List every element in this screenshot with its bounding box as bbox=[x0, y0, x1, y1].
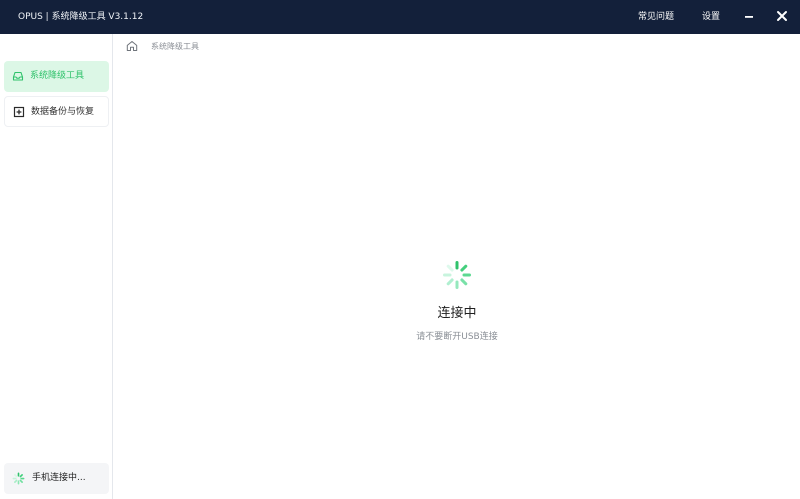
plus-square-icon bbox=[13, 106, 25, 118]
settings-link[interactable]: 设置 bbox=[702, 10, 720, 24]
app-window: OPUS | 系统降级工具 V3.1.12 常见问题 设置 系统降级工具 数据备… bbox=[0, 0, 800, 499]
sidebar-item-system-downgrade-tool[interactable]: 系统降级工具 bbox=[4, 61, 109, 92]
faq-link[interactable]: 常见问题 bbox=[638, 10, 674, 24]
home-icon[interactable] bbox=[126, 40, 138, 52]
loading-title: 连接中 bbox=[437, 306, 477, 321]
minimize-icon bbox=[745, 16, 753, 18]
loading-spinner-icon bbox=[443, 261, 471, 289]
main-content: 系统降级工具 连接中 请不要断开USB连接 bbox=[114, 34, 800, 499]
close-button[interactable] bbox=[774, 8, 790, 24]
sidebar: 系统降级工具 数据备份与恢复 手机连接中... bbox=[0, 34, 113, 499]
window-title: OPUS | 系统降级工具 V3.1.12 bbox=[18, 12, 144, 22]
sidebar-item-data-backup-restore[interactable]: 数据备份与恢复 bbox=[4, 96, 109, 127]
sidebar-item-label: 数据备份与恢复 bbox=[31, 107, 95, 117]
connection-loading-panel: 连接中 请不要断开USB连接 bbox=[114, 258, 800, 348]
device-status-text: 手机连接中... bbox=[32, 473, 86, 483]
sidebar-item-label: 系统降级工具 bbox=[30, 71, 85, 81]
minimize-button[interactable] bbox=[742, 8, 758, 24]
close-icon bbox=[777, 11, 787, 21]
loading-subtitle: 请不要断开USB连接 bbox=[416, 332, 498, 342]
title-bar: OPUS | 系统降级工具 V3.1.12 常见问题 设置 bbox=[0, 0, 800, 34]
breadcrumb-current: 系统降级工具 bbox=[151, 42, 199, 51]
inbox-icon bbox=[12, 71, 24, 81]
loading-spinner-icon bbox=[12, 472, 25, 485]
device-connection-status: 手机连接中... bbox=[4, 463, 109, 494]
